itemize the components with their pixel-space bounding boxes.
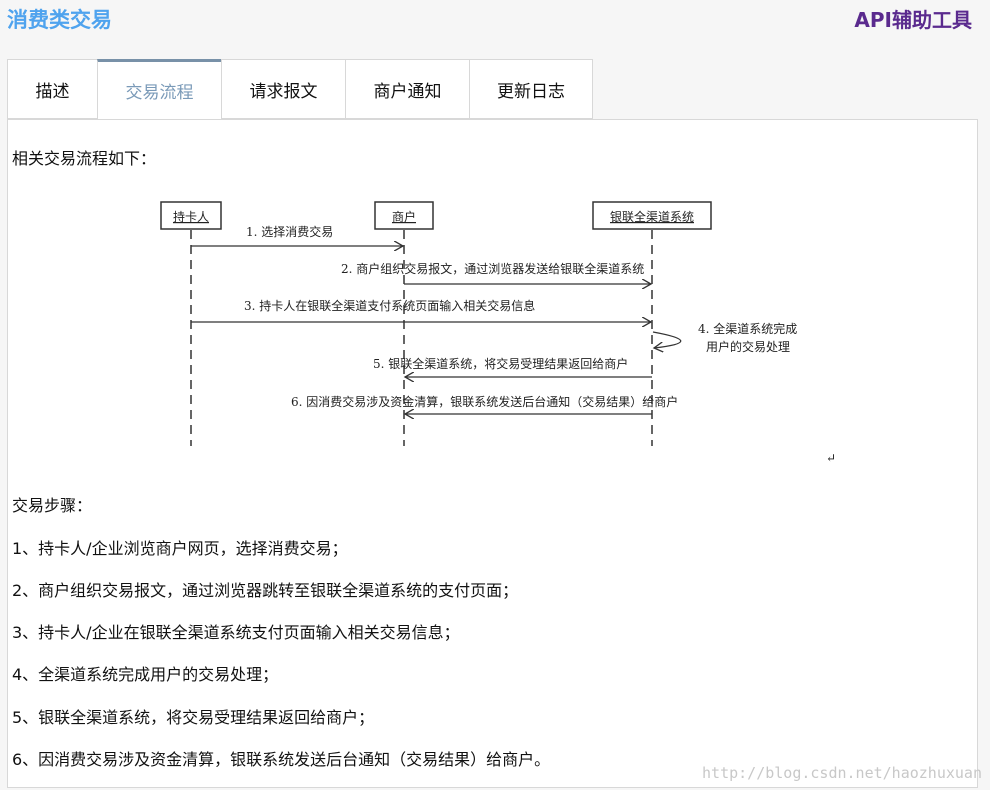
message-4a: 4. 全渠道系统完成: [698, 321, 797, 336]
sequence-diagram: 持卡人 商户 银联全渠道系统 1. 选择消费交易 2. 商户组织交易报文，通过浏…: [160, 201, 836, 465]
steps-title: 交易步骤：: [12, 496, 93, 515]
step-item: 5、银联全渠道系统，将交易受理结果返回给商户；: [12, 708, 375, 727]
actor-merchant: 商户: [392, 209, 416, 224]
api-tool-link[interactable]: API辅助工具: [854, 4, 972, 33]
tab-transaction-flow[interactable]: 交易流程: [97, 59, 221, 120]
step-item: 4、全渠道系统完成用户的交易处理；: [12, 665, 279, 684]
step-item: 6、因消费交易涉及资金清算，银联系统发送后台通知（交易结果）给商户。: [12, 750, 551, 769]
tab-request-message[interactable]: 请求报文: [221, 59, 345, 119]
message-1: 1. 选择消费交易: [246, 224, 333, 239]
return-mark: ↵: [826, 451, 836, 465]
message-6: 6. 因消费交易涉及资金清算，银联系统发送后台通知（交易结果）给商户: [291, 394, 678, 409]
tab-changelog[interactable]: 更新日志: [469, 59, 593, 119]
step-item: 3、持卡人/企业在银联全渠道系统支付页面输入相关交易信息；: [12, 623, 460, 642]
step-item: 1、持卡人/企业浏览商户网页，选择消费交易；: [12, 539, 348, 558]
step-item: 2、商户组织交易报文，通过浏览器跳转至银联全渠道系统的支付页面；: [12, 581, 519, 600]
message-3: 3. 持卡人在银联全渠道支付系统页面输入相关交易信息: [244, 298, 535, 313]
actor-unionpay: 银联全渠道系统: [610, 209, 694, 224]
message-2: 2. 商户组织交易报文，通过浏览器发送给银联全渠道系统: [341, 261, 644, 276]
tab-merchant-notification[interactable]: 商户通知: [345, 59, 469, 119]
message-5: 5. 银联全渠道系统，将交易受理结果返回给商户: [373, 356, 628, 371]
actor-cardholder: 持卡人: [173, 209, 209, 224]
tab-description[interactable]: 描述: [7, 59, 97, 119]
tab-bar: 描述 交易流程 请求报文 商户通知 更新日志: [7, 59, 593, 120]
message-4b: 用户的交易处理: [706, 339, 790, 354]
arrow-4-self: [653, 331, 682, 348]
content-panel: 相关交易流程如下： 持卡人 商户 银联全渠道系统 1. 选择消费交易 2. 商户…: [7, 119, 978, 788]
page-title: 消费类交易: [7, 8, 112, 32]
watermark: http://blog.csdn.net/haozhuxuan: [702, 764, 982, 782]
